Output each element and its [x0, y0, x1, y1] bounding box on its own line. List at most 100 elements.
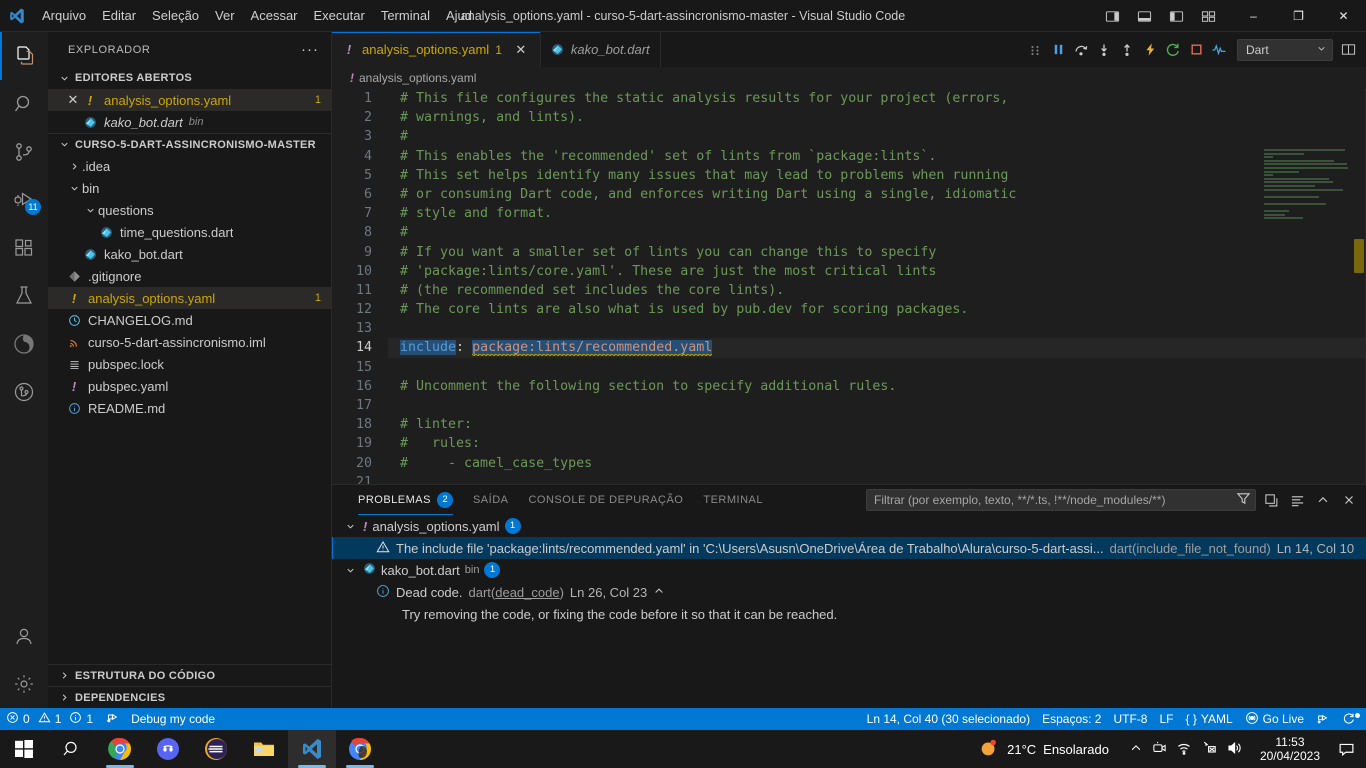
filter-input[interactable]	[874, 493, 1236, 507]
activity-accounts[interactable]	[0, 612, 48, 660]
code-line[interactable]: 6 # or consuming Dart code, and enforces …	[332, 185, 1366, 204]
taskbar-vscode-icon[interactable]	[288, 730, 336, 768]
code-line[interactable]: 18 # linter:	[332, 415, 1366, 434]
menu-bar[interactable]: Arquivo Editar Seleção Ver Acessar Execu…	[34, 0, 480, 32]
code-line[interactable]: 15	[332, 358, 1366, 377]
code-line[interactable]: 5 # This set helps identify many issues t…	[332, 166, 1366, 185]
activity-git-graph[interactable]	[0, 368, 48, 416]
close-editor-icon[interactable]: ✕	[64, 91, 82, 109]
network-off-icon[interactable]	[1201, 740, 1217, 759]
code-line[interactable]: 11 # (the recommended set includes the co…	[332, 281, 1366, 300]
maximize-panel-icon[interactable]	[1312, 489, 1334, 511]
activity-search[interactable]	[0, 80, 48, 128]
close-panel-icon[interactable]	[1338, 489, 1360, 511]
taskbar-eclipse-icon[interactable]	[192, 730, 240, 768]
toggle-primary-sidebar-icon[interactable]	[1097, 0, 1127, 32]
tree-item-time-questions-dart[interactable]: time_questions.dart	[48, 221, 331, 243]
maximize-button[interactable]: ❐	[1276, 0, 1321, 32]
code-line[interactable]: 7 # style and format.	[332, 204, 1366, 223]
status-language-mode[interactable]: { } YAML	[1179, 708, 1238, 730]
status-notifications[interactable]	[1336, 708, 1366, 730]
menu-selecao[interactable]: Seleção	[144, 5, 207, 27]
notification-icon[interactable]	[1330, 730, 1362, 768]
problem-row-dead-code[interactable]: Dead code. dart(dead_code) Ln 26, Col 23	[332, 581, 1366, 603]
section-outline[interactable]: ESTRUTURA DO CÓDIGO	[48, 664, 331, 686]
stop-icon[interactable]	[1185, 37, 1207, 63]
code-line[interactable]: 3 #	[332, 127, 1366, 146]
status-encoding[interactable]: UTF-8	[1107, 708, 1153, 730]
code-editor[interactable]: 1 # This file configures the static analy…	[332, 89, 1366, 514]
minimap[interactable]	[1264, 149, 1352, 220]
taskbar-weather[interactable]: 21°C Ensolarado	[968, 730, 1119, 768]
tab-terminal[interactable]: TERMINAL	[693, 485, 773, 515]
split-editor-icon[interactable]	[1334, 32, 1362, 67]
open-editor-kako-bot[interactable]: kako_bot.dart bin	[48, 111, 331, 133]
taskbar-clock[interactable]: 11:53 20/04/2023	[1252, 730, 1328, 768]
code-line[interactable]: 8 #	[332, 223, 1366, 242]
status-indentation[interactable]: Espaços: 2	[1036, 708, 1107, 730]
customize-layout-icon[interactable]	[1193, 0, 1223, 32]
chevron-up-icon[interactable]	[653, 585, 665, 600]
activity-testing[interactable]	[0, 272, 48, 320]
section-project-root[interactable]: CURSO-5-DART-ASSINCRONISMO-MASTER	[48, 133, 331, 155]
section-dependencies[interactable]: DEPENDENCIES	[48, 686, 331, 708]
status-remote-explorer[interactable]	[1310, 708, 1336, 730]
sidebar-more-actions-icon[interactable]: ···	[301, 42, 319, 57]
tree-item-pubspec-yaml[interactable]: ! pubspec.yaml	[48, 375, 331, 397]
drag-handle-icon[interactable]	[1024, 37, 1046, 63]
view-as-list-icon[interactable]	[1286, 489, 1308, 511]
code-line[interactable]: 16 # Uncomment the following section to s…	[332, 377, 1366, 396]
debug-console-icon[interactable]	[1208, 37, 1230, 63]
activity-source-control[interactable]	[0, 128, 48, 176]
code-line[interactable]: 10 # 'package:lints/core.yaml'. These are…	[332, 262, 1366, 281]
close-button[interactable]: ✕	[1321, 0, 1366, 32]
status-go-live[interactable]: Go Live	[1239, 708, 1310, 730]
status-problems[interactable]: 0 1 1	[0, 708, 99, 730]
tree-item-gitignore[interactable]: .gitignore	[48, 265, 331, 287]
activity-explorer[interactable]	[0, 32, 48, 80]
toggle-secondary-sidebar-icon[interactable]	[1161, 0, 1191, 32]
tab-saida[interactable]: SAÍDA	[463, 485, 519, 515]
activity-run-and-debug[interactable]: 11	[0, 176, 48, 224]
code-line[interactable]: 14 include: package:lints/recommended.yam…	[332, 338, 1366, 358]
tree-item-questions[interactable]: questions	[48, 199, 331, 221]
problem-code-link[interactable]: dead_code	[495, 585, 559, 600]
tree-item-pubspec-lock[interactable]: pubspec.lock	[48, 353, 331, 375]
code-line[interactable]: 20 # - camel_case_types	[332, 454, 1366, 473]
menu-ajuda[interactable]: Ajud	[438, 5, 480, 27]
debug-session-select[interactable]: Dart	[1237, 38, 1333, 61]
minimize-button[interactable]: –	[1231, 0, 1276, 32]
breadcrumb-file[interactable]: analysis_options.yaml	[359, 71, 476, 85]
activity-extensions[interactable]	[0, 224, 48, 272]
filter-icon[interactable]	[1236, 491, 1251, 509]
menu-terminal[interactable]: Terminal	[373, 5, 438, 27]
tree-item-idea[interactable]: .idea	[48, 155, 331, 177]
code-line[interactable]: 1 # This file configures the static analy…	[332, 89, 1366, 108]
activity-docker[interactable]	[0, 320, 48, 368]
problems-list[interactable]: ! analysis_options.yaml 1 The include fi…	[332, 515, 1366, 708]
step-into-icon[interactable]	[1093, 37, 1115, 63]
tree-item-kako-bot-dart[interactable]: kako_bot.dart	[48, 243, 331, 265]
tree-item-iml[interactable]: curso-5-dart-assincronismo.iml	[48, 331, 331, 353]
collapse-all-icon[interactable]	[1260, 489, 1282, 511]
menu-executar[interactable]: Executar	[306, 5, 373, 27]
tab-problemas[interactable]: PROBLEMAS 2	[348, 485, 463, 515]
code-line[interactable]: 4 # This enables the 'recommended' set of…	[332, 147, 1366, 166]
start-button[interactable]	[0, 730, 48, 768]
activity-settings[interactable]	[0, 660, 48, 708]
taskbar-chrome-icon[interactable]	[96, 730, 144, 768]
code-line[interactable]: 19 # rules:	[332, 434, 1366, 453]
tree-item-readme-md[interactable]: README.md	[48, 397, 331, 419]
chevron-up-icon[interactable]	[1129, 741, 1143, 758]
tree-item-bin[interactable]: bin	[48, 177, 331, 199]
volume-icon[interactable]	[1226, 740, 1242, 759]
toggle-panel-icon[interactable]	[1129, 0, 1159, 32]
menu-acessar[interactable]: Acessar	[243, 5, 306, 27]
tab-console-depuracao[interactable]: CONSOLE DE DEPURAÇÃO	[518, 485, 693, 515]
open-editor-analysis-options[interactable]: ✕ ! analysis_options.yaml 1	[48, 89, 331, 111]
menu-editar[interactable]: Editar	[94, 5, 144, 27]
taskbar-chrome-window-icon[interactable]	[336, 730, 384, 768]
step-out-icon[interactable]	[1116, 37, 1138, 63]
breadcrumb[interactable]: ! analysis_options.yaml	[332, 67, 1366, 89]
section-open-editors[interactable]: EDITORES ABERTOS	[48, 67, 331, 89]
